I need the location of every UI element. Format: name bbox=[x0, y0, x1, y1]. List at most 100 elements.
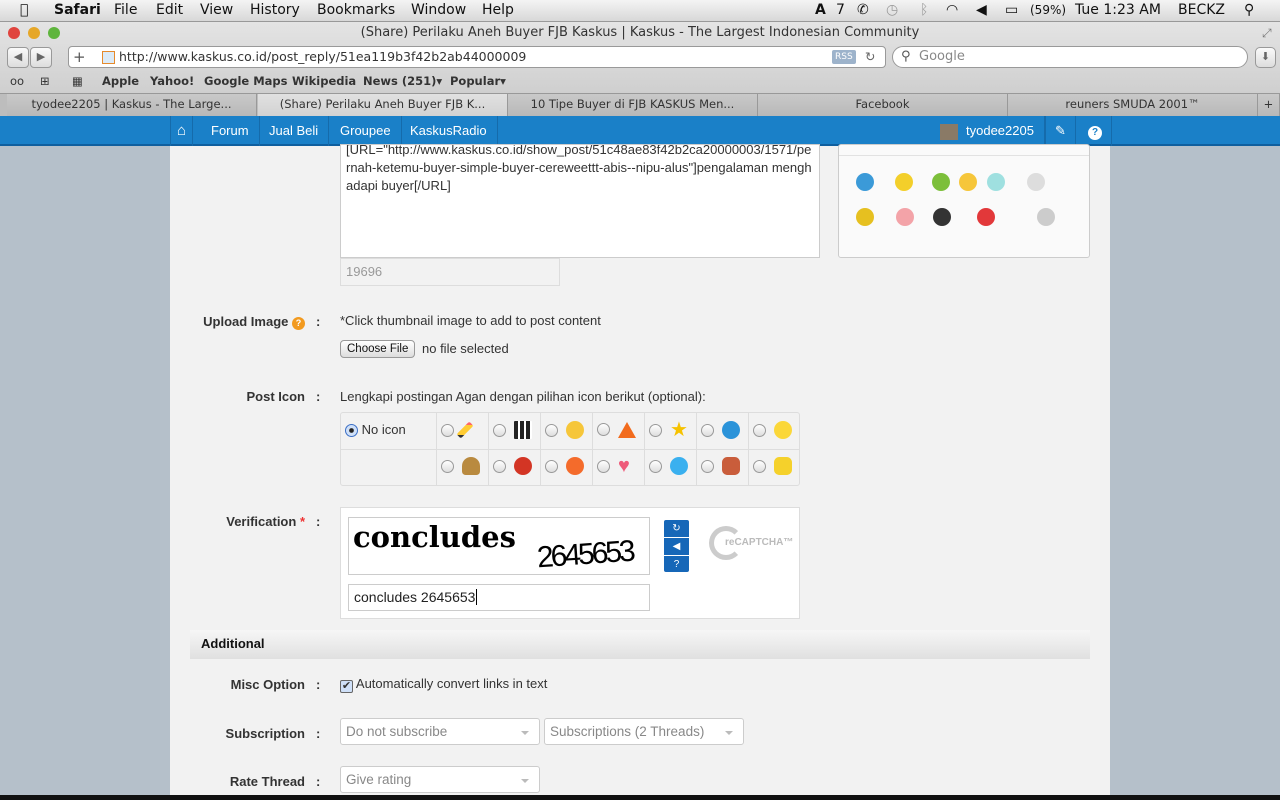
pencil-icon[interactable]: ✎ bbox=[1045, 116, 1076, 146]
post-icon-option-poop[interactable] bbox=[441, 457, 480, 475]
menu-help[interactable]: Help bbox=[482, 2, 514, 18]
tab-profile[interactable]: tyodee2205 | Kaskus - The Large... bbox=[7, 94, 257, 116]
radio-button[interactable] bbox=[649, 459, 662, 473]
tab-reuners[interactable]: reuners SMUDA 2001™ bbox=[1008, 94, 1258, 116]
emoticon-icon[interactable] bbox=[933, 208, 951, 226]
post-icon-option-cool[interactable] bbox=[701, 421, 740, 439]
home-icon[interactable]: ⌂ bbox=[170, 116, 194, 146]
search-field[interactable]: ⚲ Google bbox=[892, 46, 1248, 68]
time-machine-icon[interactable]: ◷ bbox=[886, 2, 898, 18]
post-icon-option-pencil[interactable] bbox=[441, 421, 474, 439]
menu-history[interactable]: History bbox=[250, 2, 300, 18]
menu-edit[interactable]: Edit bbox=[156, 2, 183, 18]
help-icon[interactable]: ? bbox=[664, 555, 689, 573]
spotlight-icon[interactable]: ⚲ bbox=[1244, 2, 1254, 18]
emoticon-icon[interactable] bbox=[856, 208, 874, 226]
downloads-button[interactable]: ⬇ bbox=[1255, 47, 1276, 68]
menu-view[interactable]: View bbox=[200, 2, 233, 18]
emoticon-icon[interactable] bbox=[1037, 208, 1055, 226]
emoticon-icon[interactable] bbox=[932, 173, 950, 191]
tab-10-tipe-buyer[interactable]: 10 Tipe Buyer di FJB KASKUS Men... bbox=[508, 94, 758, 116]
radio-button[interactable] bbox=[493, 459, 506, 473]
phone-icon[interactable]: ✆ bbox=[857, 2, 869, 18]
tab-share-perilaku[interactable]: (Share) Perilaku Aneh Buyer FJB K... bbox=[258, 94, 508, 116]
reload-icon[interactable]: ↻ bbox=[865, 47, 875, 67]
bookmark-news[interactable]: News (251)▾ bbox=[363, 74, 442, 88]
adobe-icon[interactable]: A bbox=[815, 2, 826, 18]
emoticon-icon[interactable] bbox=[895, 173, 913, 191]
post-icon-option-thumbs-down[interactable] bbox=[701, 457, 740, 475]
radio-button[interactable] bbox=[597, 459, 610, 473]
emoticon-icon[interactable] bbox=[1027, 173, 1045, 191]
radio-button[interactable] bbox=[701, 423, 714, 437]
post-icon-option-star[interactable]: ★ bbox=[649, 420, 688, 440]
menu-app[interactable]: Safari bbox=[54, 2, 101, 18]
help-icon[interactable]: ? bbox=[292, 317, 305, 330]
rate-thread-select[interactable]: Give rating bbox=[340, 766, 540, 793]
refresh-captcha-icon[interactable]: ↻ bbox=[664, 520, 689, 537]
url-bar[interactable]: + http://www.kaskus.co.id/post_reply/51e… bbox=[68, 46, 886, 68]
radio-button[interactable] bbox=[649, 423, 662, 437]
auto-convert-links-checkbox[interactable]: ✔ Automatically convert links in text bbox=[340, 676, 547, 693]
radio-button[interactable] bbox=[345, 424, 358, 438]
post-icon-option-none[interactable]: No icon bbox=[345, 422, 406, 438]
emoticon-icon[interactable] bbox=[959, 173, 977, 191]
menu-bookmarks[interactable]: Bookmarks bbox=[317, 2, 395, 18]
bookmark-yahoo[interactable]: Yahoo! bbox=[150, 74, 194, 88]
post-icon-option-thumbs-up[interactable] bbox=[753, 457, 792, 475]
reading-list-icon[interactable]: oo bbox=[10, 74, 24, 88]
choose-file-button[interactable]: Choose File bbox=[340, 340, 416, 358]
bookmark-apple[interactable]: Apple bbox=[102, 74, 139, 88]
nav-groupee[interactable]: Groupee bbox=[330, 116, 402, 146]
message-textarea[interactable]: [URL="http://www.kaskus.co.id/show_post/… bbox=[340, 144, 820, 258]
nav-jual-beli[interactable]: Jual Beli bbox=[259, 116, 330, 146]
radio-button[interactable] bbox=[753, 423, 766, 437]
top-sites-icon[interactable]: ▦ bbox=[72, 74, 83, 88]
post-icon-option-laugh[interactable] bbox=[545, 457, 584, 475]
bookmark-google-maps[interactable]: Google Maps bbox=[204, 74, 288, 88]
emoticon-icon[interactable] bbox=[856, 173, 874, 191]
radio-button[interactable] bbox=[545, 423, 558, 437]
user-menu[interactable]: tyodee2205 bbox=[930, 116, 1045, 146]
clock[interactable]: Tue 1:23 AM bbox=[1075, 2, 1161, 18]
radio-button[interactable] bbox=[597, 423, 610, 437]
new-tab-button[interactable]: + bbox=[1258, 94, 1280, 116]
radio-button[interactable] bbox=[493, 423, 506, 437]
emoticon-icon[interactable] bbox=[987, 173, 1005, 191]
rss-button[interactable]: RSS bbox=[832, 50, 856, 64]
subscription-select[interactable]: Do not subscribe bbox=[340, 718, 540, 745]
nav-kaskusradio[interactable]: KaskusRadio bbox=[400, 116, 498, 146]
subscription-folder-select[interactable]: Subscriptions (2 Threads) bbox=[544, 718, 744, 745]
nav-forum[interactable]: Forum bbox=[201, 116, 260, 146]
post-icon-option-angry[interactable] bbox=[493, 457, 532, 475]
back-button[interactable]: ◀ bbox=[7, 47, 29, 68]
fullscreen-icon[interactable]: ⤢ bbox=[1262, 26, 1272, 41]
emoticon-icon[interactable] bbox=[896, 208, 914, 226]
radio-button[interactable] bbox=[441, 423, 454, 437]
radio-button[interactable] bbox=[701, 459, 714, 473]
wifi-icon[interactable]: ◠ bbox=[946, 2, 958, 18]
help-icon[interactable]: ? bbox=[1079, 116, 1112, 146]
bookmark-popular[interactable]: Popular▾ bbox=[450, 74, 506, 88]
bluetooth-icon[interactable]: ᛒ bbox=[920, 2, 928, 18]
emoticon-icon[interactable] bbox=[977, 208, 995, 226]
bookmarks-icon[interactable]: ⊞ bbox=[40, 74, 50, 88]
post-icon-option-smile[interactable] bbox=[753, 421, 792, 439]
captcha-input[interactable]: concludes 2645653 bbox=[348, 584, 650, 611]
post-icon-option-clapperboard[interactable] bbox=[493, 421, 532, 439]
add-bookmark-icon[interactable]: + bbox=[73, 47, 86, 67]
radio-button[interactable] bbox=[753, 459, 766, 473]
forward-button[interactable]: ▶ bbox=[30, 47, 52, 68]
tab-facebook[interactable]: Facebook bbox=[758, 94, 1008, 116]
menu-window[interactable]: Window bbox=[411, 2, 466, 18]
audio-captcha-icon[interactable]: ◀ bbox=[664, 537, 689, 555]
menu-file[interactable]: File bbox=[114, 2, 137, 18]
post-icon-option-warning[interactable] bbox=[597, 421, 636, 438]
user-menu[interactable]: BECKZ bbox=[1178, 2, 1225, 18]
apple-menu-icon[interactable]:  bbox=[20, 2, 28, 18]
bookmark-wikipedia[interactable]: Wikipedia bbox=[292, 74, 356, 88]
battery-icon[interactable]: ▭ bbox=[1005, 2, 1018, 18]
post-icon-option-heart[interactable]: ♥ bbox=[597, 456, 636, 476]
post-icon-option-lightbulb[interactable] bbox=[545, 421, 584, 439]
volume-icon[interactable]: ◀ bbox=[976, 2, 987, 18]
